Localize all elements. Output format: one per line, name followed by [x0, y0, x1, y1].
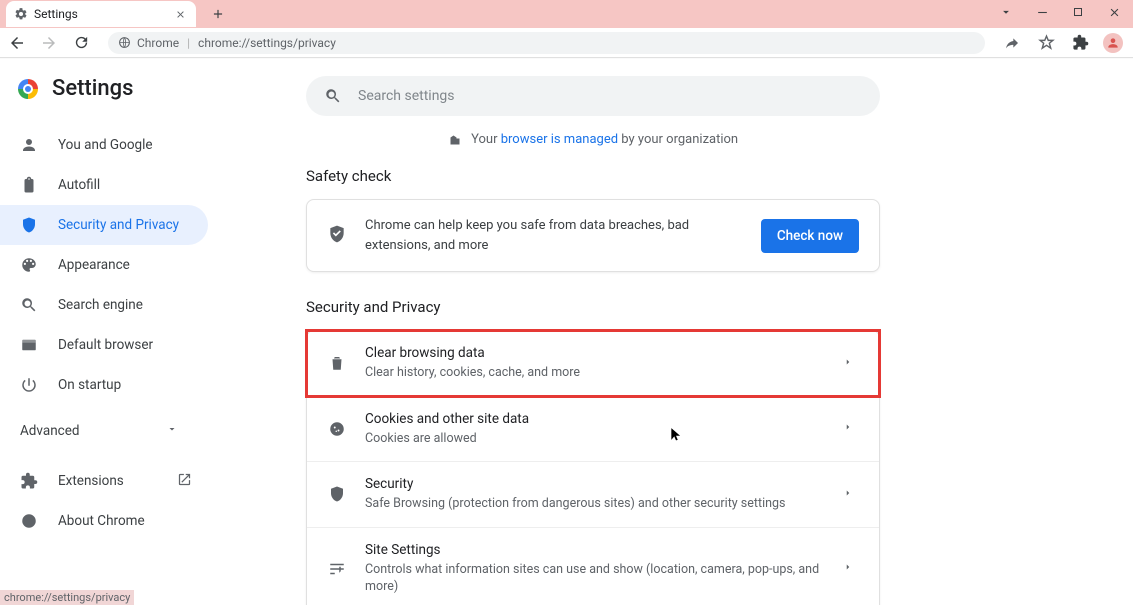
row-title: Clear browsing data — [365, 345, 825, 361]
search-icon — [20, 296, 38, 314]
shield-icon — [20, 216, 38, 234]
managed-notice: Your browser is managed by your organiza… — [306, 132, 880, 147]
sidebar-item-label: Appearance — [58, 257, 130, 273]
search-icon — [324, 87, 342, 105]
safety-check-title: Safety check — [306, 167, 1073, 185]
sidebar-item-label: Autofill — [58, 177, 100, 193]
chrome-logo-icon — [18, 79, 38, 99]
row-title: Site Settings — [365, 542, 825, 558]
back-button[interactable] — [6, 32, 28, 54]
person-icon — [20, 136, 38, 154]
sidebar-item-label: Search engine — [58, 297, 143, 313]
chevron-down-icon[interactable] — [997, 5, 1015, 23]
power-icon — [20, 376, 38, 394]
cookie-icon — [327, 420, 347, 438]
address-bar[interactable]: Chrome | chrome://settings/privacy — [108, 32, 985, 54]
privacy-section-title: Security and Privacy — [306, 298, 1073, 316]
sidebar-item-label: Extensions — [58, 473, 124, 489]
tab-strip: Settings — [0, 0, 1133, 28]
sidebar-item-on-startup[interactable]: On startup — [0, 365, 208, 405]
row-site-settings[interactable]: Site Settings Controls what information … — [307, 527, 879, 605]
browser-icon — [20, 336, 38, 354]
sidebar-item-label: Security and Privacy — [58, 217, 179, 233]
bookmark-icon[interactable] — [1035, 32, 1057, 54]
sidebar-item-autofill[interactable]: Autofill — [0, 165, 208, 205]
share-icon[interactable] — [1001, 32, 1023, 54]
row-subtitle: Cookies are allowed — [365, 430, 825, 448]
row-subtitle: Controls what information sites can use … — [365, 561, 825, 596]
main-content: Search settings Your browser is managed … — [258, 58, 1133, 605]
address-path: chrome://settings/privacy — [198, 36, 336, 50]
chevron-right-icon — [843, 487, 859, 502]
status-bar: chrome://settings/privacy — [0, 590, 134, 605]
close-icon[interactable] — [172, 6, 188, 22]
chevron-down-icon — [166, 423, 178, 439]
tab-title: Settings — [34, 7, 166, 21]
building-icon — [448, 134, 462, 146]
sidebar-item-label: About Chrome — [58, 513, 145, 529]
safety-check-card: Chrome can help keep you safe from data … — [306, 199, 880, 272]
forward-button[interactable] — [38, 32, 60, 54]
maximize-button[interactable] — [1069, 6, 1087, 22]
sidebar-item-label: Default browser — [58, 337, 153, 353]
check-now-button[interactable]: Check now — [761, 219, 859, 253]
sidebar-item-security-privacy[interactable]: Security and Privacy — [0, 205, 208, 245]
sidebar-item-label: You and Google — [58, 137, 153, 153]
row-security[interactable]: Security Safe Browsing (protection from … — [307, 461, 879, 527]
row-title: Cookies and other site data — [365, 411, 825, 427]
row-clear-browsing-data[interactable]: Clear browsing data Clear history, cooki… — [307, 331, 879, 396]
row-title: Security — [365, 476, 825, 492]
extensions-icon[interactable] — [1069, 32, 1091, 54]
sidebar-item-appearance[interactable]: Appearance — [0, 245, 208, 285]
row-subtitle: Safe Browsing (protection from dangerous… — [365, 495, 825, 513]
gear-icon — [14, 7, 28, 21]
chevron-right-icon — [843, 561, 859, 576]
sidebar-item-default-browser[interactable]: Default browser — [0, 325, 208, 365]
puzzle-icon — [20, 472, 38, 490]
managed-prefix: Your — [471, 132, 501, 147]
managed-suffix: by your organization — [618, 132, 738, 147]
shield-check-icon — [327, 224, 347, 248]
sidebar: Settings You and Google Autofill Securit… — [0, 58, 258, 605]
profile-avatar[interactable] — [1103, 33, 1123, 53]
shield-icon — [327, 485, 347, 503]
sidebar-item-search-engine[interactable]: Search engine — [0, 285, 208, 325]
address-origin: Chrome — [137, 36, 179, 50]
sidebar-item-extensions[interactable]: Extensions — [0, 461, 208, 501]
address-separator: | — [187, 36, 190, 50]
sidebar-item-label: Advanced — [20, 423, 80, 439]
sidebar-advanced[interactable]: Advanced — [0, 411, 198, 451]
chevron-right-icon — [843, 356, 859, 371]
safety-check-desc: Chrome can help keep you safe from data … — [365, 216, 743, 255]
browser-tab[interactable]: Settings — [6, 1, 196, 27]
sidebar-item-label: On startup — [58, 377, 121, 393]
chevron-right-icon — [843, 421, 859, 436]
new-tab-button[interactable] — [208, 4, 228, 24]
clipboard-icon — [20, 176, 38, 194]
row-subtitle: Clear history, cookies, cache, and more — [365, 364, 825, 382]
globe-icon — [118, 36, 131, 49]
window-controls — [997, 0, 1129, 28]
app-title: Settings — [52, 76, 133, 101]
sidebar-item-you-and-google[interactable]: You and Google — [0, 125, 208, 165]
tune-icon — [327, 560, 347, 578]
search-settings-input[interactable]: Search settings — [306, 76, 880, 116]
reload-button[interactable] — [70, 32, 92, 54]
browser-toolbar: Chrome | chrome://settings/privacy — [0, 28, 1133, 58]
search-placeholder: Search settings — [358, 88, 455, 104]
chrome-icon — [20, 512, 38, 530]
palette-icon — [20, 256, 38, 274]
privacy-list-card: Clear browsing data Clear history, cooki… — [306, 330, 880, 605]
row-cookies[interactable]: Cookies and other site data Cookies are … — [307, 396, 879, 462]
minimize-button[interactable] — [1033, 6, 1051, 23]
managed-link[interactable]: browser is managed — [501, 132, 618, 147]
trash-icon — [327, 354, 347, 372]
external-link-icon — [177, 472, 192, 491]
close-window-button[interactable] — [1105, 6, 1123, 23]
sidebar-item-about[interactable]: About Chrome — [0, 501, 208, 541]
